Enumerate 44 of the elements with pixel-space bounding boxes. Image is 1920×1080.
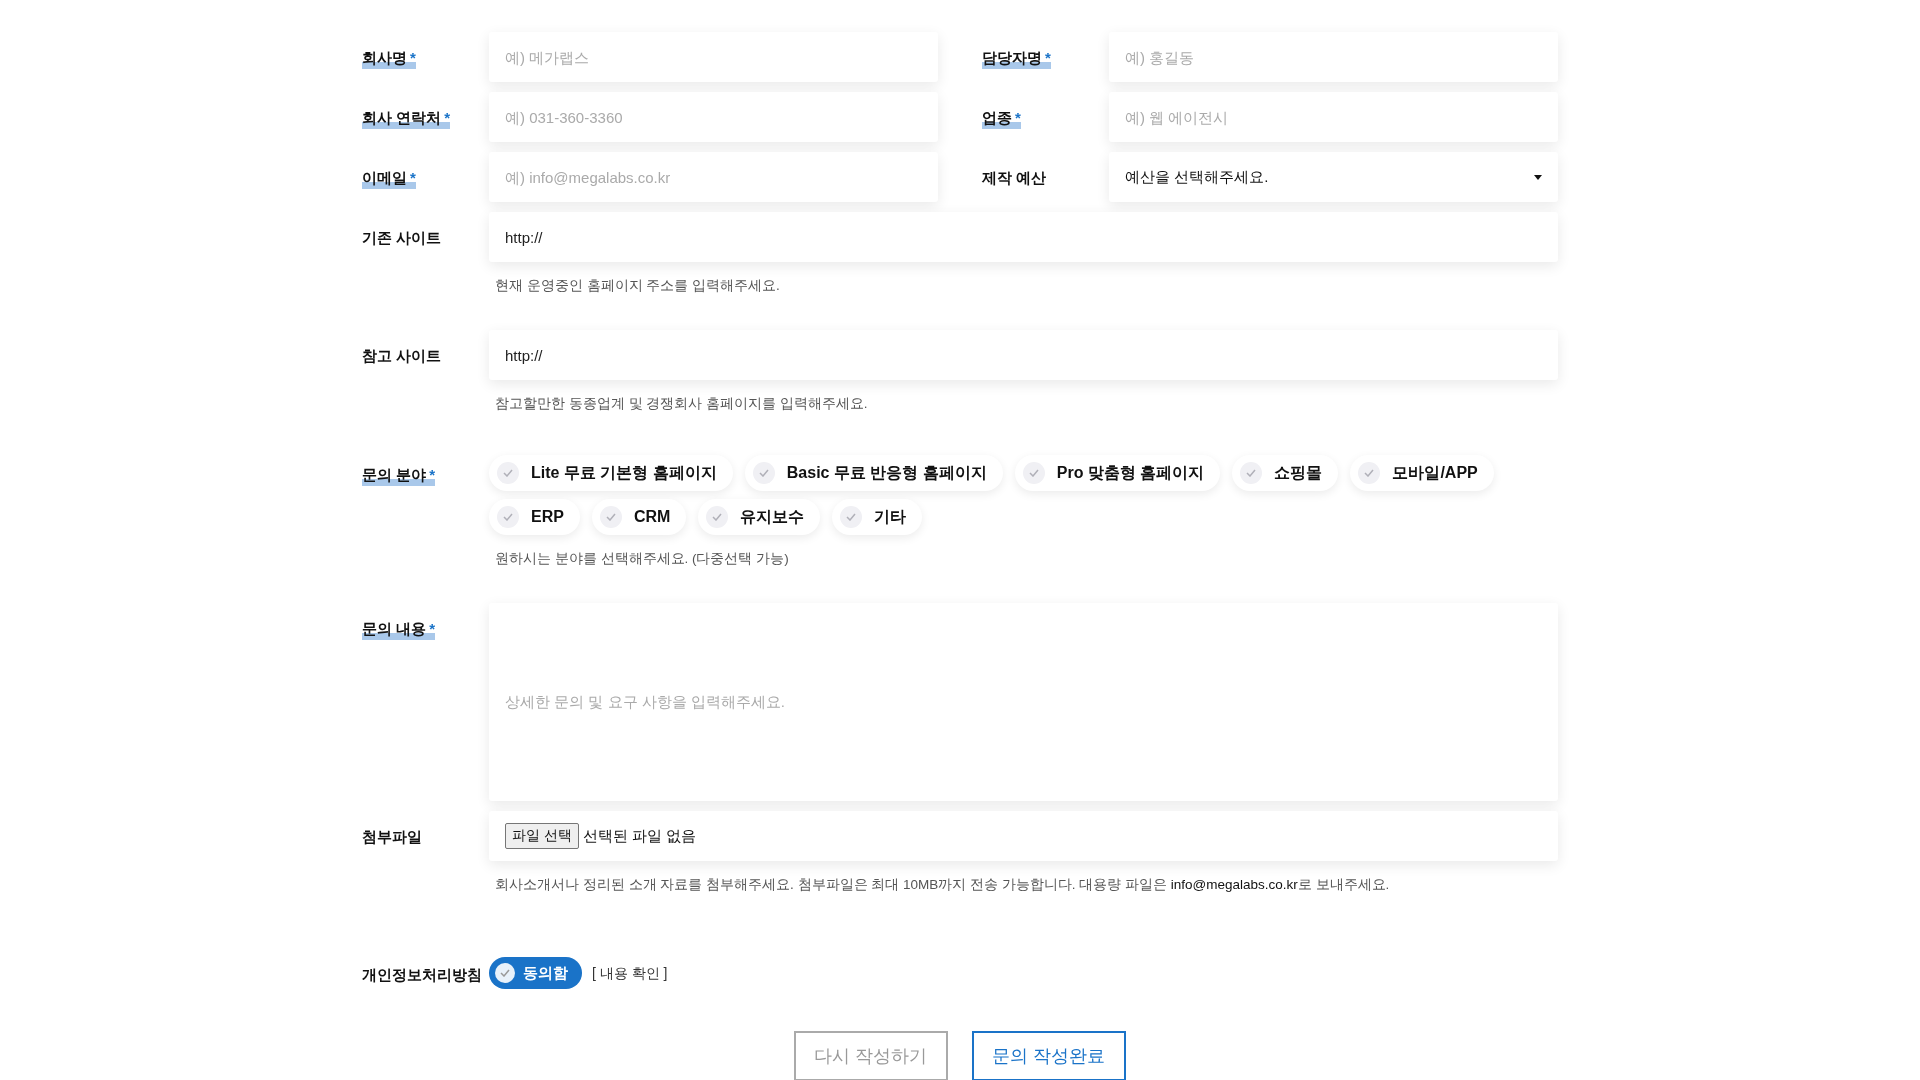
check-icon: [1022, 461, 1045, 484]
agree-toggle[interactable]: 동의함: [489, 957, 582, 989]
check-icon: [840, 505, 863, 528]
text-input[interactable]: 예) 웹 에이전시: [1109, 92, 1558, 142]
check-icon: [497, 505, 519, 528]
text-input[interactable]: http://: [489, 212, 1558, 262]
check-icon: [599, 505, 622, 528]
check-icon: [1240, 461, 1263, 484]
message-textarea[interactable]: 상세한 문의 및 요구 사항을 입력해주세요.: [489, 602, 1558, 801]
check-icon: [706, 505, 729, 528]
field-label: 첨부파일: [362, 826, 422, 847]
hint-text: 참고할만한 동종업계 및 경쟁회사 홈페이지를 입력해주세요.: [494, 395, 869, 414]
text-input[interactable]: 예) info@megalabs.co.kr: [489, 152, 938, 202]
text-input[interactable]: 예) 메가랩스: [489, 32, 938, 82]
file-field[interactable]: 파일 선택 선택된 파일 없음: [489, 810, 1558, 861]
check-icon: [1358, 461, 1381, 484]
category-chip[interactable]: Lite 무료 기본형 홈페이지: [489, 454, 733, 491]
category-chip[interactable]: 기타: [832, 498, 923, 535]
file-status: 선택된 파일 없음: [582, 825, 697, 846]
category-chip[interactable]: CRM: [591, 498, 687, 535]
category-chip[interactable]: ERP: [489, 498, 580, 535]
text-input[interactable]: 예) 031-360-3360: [489, 92, 938, 142]
submit-button[interactable]: 문의 작성완료: [972, 1031, 1126, 1080]
text-input[interactable]: http://: [489, 330, 1558, 381]
choose-file-button[interactable]: 파일 선택: [505, 822, 579, 849]
hint-text: 현재 운영중인 홈페이지 주소를 입력해주세요.: [494, 277, 781, 295]
hint-text: 회사소개서나 정리된 소개 자료를 첨부해주세요. 첨부파일은 최대 10MB까지 전송 가능합니다. 대용량 파일은 info@megalabs.co.kr로 보내주세요.: [494, 875, 1391, 894]
field-label: 개인정보처리방침: [362, 965, 482, 985]
caret-icon: [1534, 174, 1542, 180]
view-terms-link[interactable]: [ 내용 확인 ]: [592, 962, 668, 984]
text-input[interactable]: 예) 홍길동: [1109, 32, 1558, 82]
check-icon: [497, 461, 519, 484]
field-label: 참고 사이트: [362, 346, 442, 367]
category-chip[interactable]: 쇼핑몰: [1232, 454, 1339, 491]
field-label: 제작 예산: [982, 168, 1047, 188]
category-chip[interactable]: Basic 무료 반응형 홈페이지: [744, 454, 1003, 491]
field-label: 기존 사이트: [362, 228, 442, 248]
check-icon: [495, 963, 515, 983]
category-chip[interactable]: Pro 맞춤형 홈페이지: [1014, 454, 1221, 491]
category-chip[interactable]: 모바일/APP: [1350, 454, 1494, 491]
hint-text: 원하시는 분야를 선택해주세요. (다중선택 가능): [494, 549, 790, 568]
check-icon: [752, 461, 775, 484]
budget-select[interactable]: 예산을 선택해주세요.: [1109, 152, 1558, 202]
category-chip[interactable]: 유지보수: [698, 498, 821, 535]
